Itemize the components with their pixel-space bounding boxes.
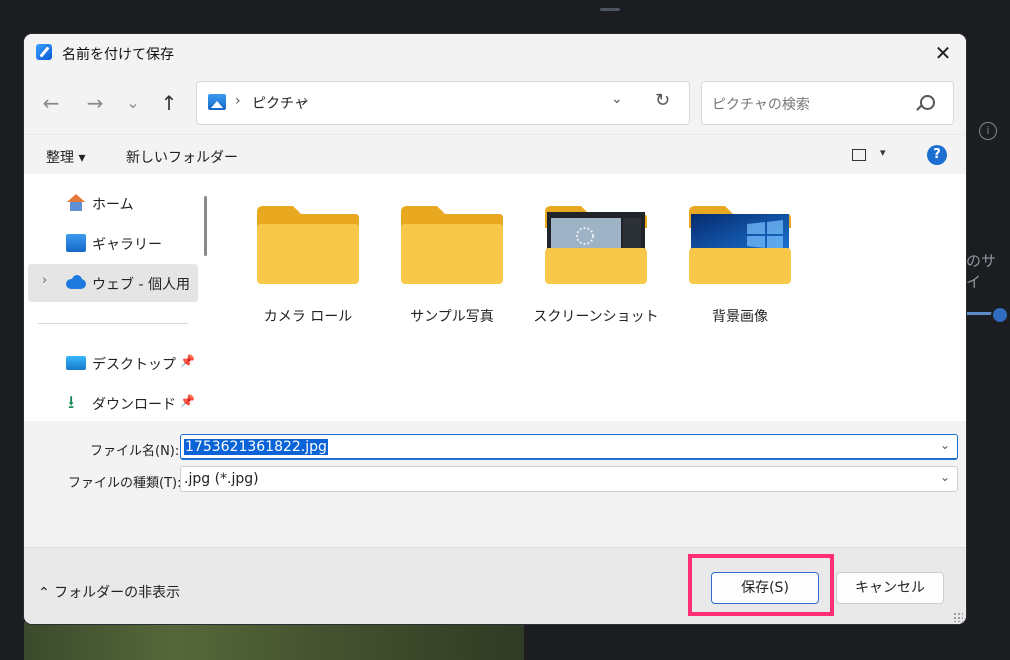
filename-value[interactable]: 1753621361822.jpg	[184, 439, 328, 455]
sidebar-item-label: ダウンロード	[92, 397, 176, 413]
folder-name: 背景画像	[712, 309, 768, 325]
view-dropdown-icon[interactable]: ▾	[880, 146, 886, 159]
sidebar-item-gallery[interactable]: ギャラリー	[28, 224, 198, 262]
download-icon: ⭳	[68, 392, 75, 413]
folder-with-preview-icon	[689, 206, 791, 284]
folder-name: スクリーンショット	[533, 309, 659, 325]
folder-name: カメラ ロール	[263, 309, 353, 325]
home-icon	[66, 194, 86, 212]
pictures-icon	[208, 94, 226, 110]
search-placeholder: ピクチャの検索	[712, 97, 810, 113]
background-app-tab-indicator	[600, 8, 620, 11]
save-button-highlight-annotation	[688, 554, 834, 616]
folder-name: サンプル写真	[410, 309, 494, 325]
back-button[interactable]: ←	[38, 90, 64, 116]
sidebar-item-label: ウェブ - 個人用	[92, 277, 190, 293]
navigation-pane: ホーム ギャラリー › ウェブ - 個人用 デスクトップ 📌 ⭳ ダウンロード …	[24, 174, 220, 421]
filename-label: ファイル名(N):	[90, 444, 180, 459]
up-button[interactable]: ↑	[156, 90, 182, 116]
chevron-down-icon[interactable]: ⌄	[940, 438, 950, 452]
help-icon[interactable]: ?	[927, 145, 947, 165]
navigation-bar: ← → ⌄ ↑ › ピクチャ › ⌄ ↻ ピクチャの検索	[24, 72, 966, 134]
pin-icon: 📌	[180, 394, 195, 408]
sidebar-divider	[38, 323, 188, 324]
chevron-down-icon[interactable]: ⌄	[940, 470, 950, 484]
search-icon[interactable]	[920, 95, 935, 110]
filetype-value: .jpg (*.jpg)	[184, 471, 259, 487]
sidebar-item-home[interactable]: ホーム	[28, 184, 198, 222]
address-dropdown-icon[interactable]: ⌄	[611, 91, 623, 107]
search-input[interactable]: ピクチャの検索	[701, 81, 954, 125]
forward-button[interactable]: →	[82, 90, 108, 116]
navigation-pane-scrollbar[interactable]	[204, 196, 207, 256]
paint-app-icon	[36, 44, 52, 60]
command-bar: 整理 ▾ 新しいフォルダー ▾ ?	[24, 134, 966, 175]
address-bar[interactable]: › ピクチャ › ⌄ ↻	[196, 81, 690, 125]
close-button[interactable]: ✕	[920, 34, 966, 72]
filetype-label: ファイルの種類(T):	[68, 476, 182, 491]
gallery-icon	[66, 234, 86, 252]
sidebar-item-label: ギャラリー	[92, 237, 162, 253]
dialog-title: 名前を付けて保存	[62, 47, 174, 63]
filetype-select[interactable]: .jpg (*.jpg) ⌄	[180, 466, 958, 492]
folder-icon	[401, 206, 503, 284]
resize-grip-icon[interactable]	[953, 612, 963, 622]
save-form: ファイル名(N): 1753621361822.jpg ⌄ ファイルの種類(T)…	[24, 421, 966, 547]
new-folder-button[interactable]: 新しいフォルダー	[126, 147, 238, 167]
file-list: カメラ ロール サンプル写真 スクリーンショット 背景画像	[220, 174, 966, 421]
cancel-button[interactable]: キャンセル	[836, 572, 944, 604]
chevron-right-icon[interactable]: ›	[42, 273, 47, 288]
pin-icon: 📌	[180, 354, 195, 368]
filename-input[interactable]: 1753621361822.jpg ⌄	[180, 434, 958, 460]
sidebar-item-onedrive-personal[interactable]: › ウェブ - 個人用	[28, 264, 198, 302]
sidebar-item-label: ホーム	[92, 197, 134, 213]
sidebar-item-downloads[interactable]: ⭳ ダウンロード 📌	[28, 384, 198, 422]
background-photo	[24, 622, 524, 660]
breadcrumb-pictures[interactable]: ピクチャ	[252, 93, 308, 113]
save-as-dialog: 名前を付けて保存 ✕ ← → ⌄ ↑ › ピクチャ › ⌄ ↻ ピクチャの検索 …	[24, 34, 966, 624]
view-mode-icon[interactable]	[852, 149, 866, 161]
folder-with-preview-icon	[545, 206, 647, 284]
onedrive-cloud-icon	[66, 274, 86, 292]
hide-folders-button[interactable]: ⌃ フォルダーの非表示	[38, 582, 180, 602]
breadcrumb-separator-icon[interactable]: ›	[235, 93, 241, 109]
sidebar-item-label: デスクトップ	[92, 357, 176, 373]
background-label: のサイ	[966, 252, 997, 291]
folder-icon	[257, 206, 359, 284]
refresh-icon[interactable]: ↻	[655, 90, 670, 111]
background-info-icon: i	[979, 122, 997, 140]
breadcrumb-separator-icon[interactable]: ›	[303, 93, 309, 109]
organize-menu-button[interactable]: 整理 ▾	[46, 147, 85, 167]
desktop-icon	[66, 356, 86, 370]
sidebar-item-desktop[interactable]: デスクトップ 📌	[28, 344, 198, 382]
recent-locations-button[interactable]: ⌄	[120, 90, 146, 116]
title-bar: 名前を付けて保存 ✕	[24, 34, 966, 72]
background-slider-thumb	[991, 306, 1009, 324]
